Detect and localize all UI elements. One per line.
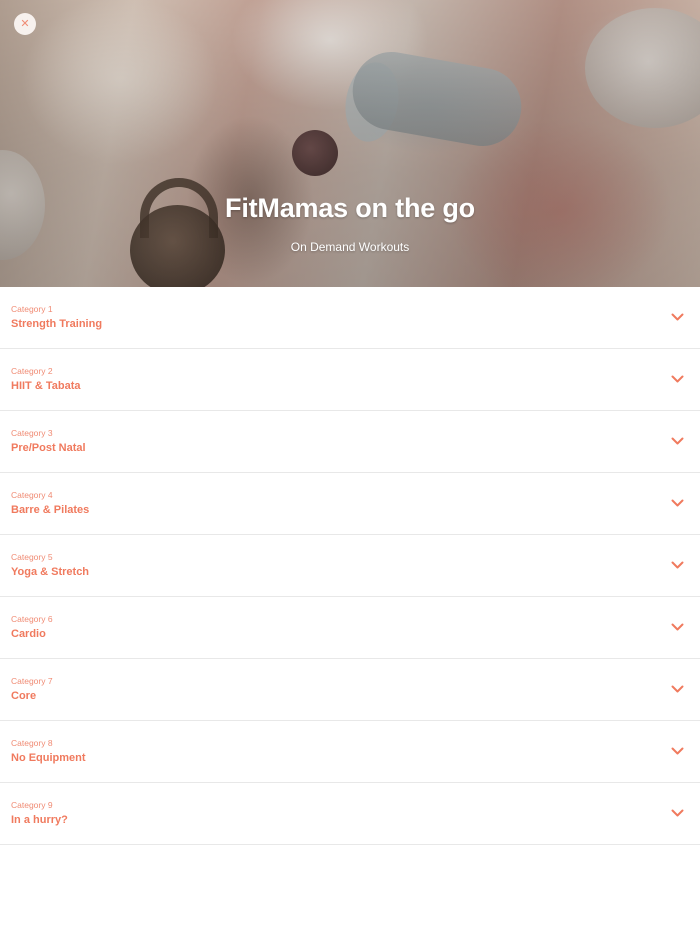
page-title: FitMamas on the go <box>225 193 475 223</box>
category-name: Yoga & Stretch <box>11 566 90 578</box>
category-row[interactable]: Category 6 Cardio <box>0 597 700 659</box>
hero-photo-mat <box>339 58 405 146</box>
category-name: In a hurry? <box>11 814 68 826</box>
chevron-down-icon[interactable] <box>671 375 684 384</box>
category-name: HIIT & Tabata <box>11 380 81 392</box>
close-button[interactable]: ✕ <box>14 13 36 35</box>
category-kicker: Category 3 <box>11 428 53 438</box>
category-kicker: Category 6 <box>11 614 53 624</box>
chevron-down-icon[interactable] <box>671 499 684 508</box>
category-kicker: Category 4 <box>11 490 53 500</box>
chevron-down-icon[interactable] <box>671 561 684 570</box>
category-name: Barre & Pilates <box>11 504 90 516</box>
category-kicker: Category 2 <box>11 366 53 376</box>
category-row[interactable]: Category 8 No Equipment <box>0 721 700 783</box>
page-subtitle: On Demand Workouts <box>290 240 410 254</box>
chevron-down-icon[interactable] <box>671 313 684 322</box>
category-kicker: Category 7 <box>11 676 53 686</box>
category-kicker: Category 5 <box>11 552 53 562</box>
chevron-down-icon[interactable] <box>671 747 684 756</box>
chevron-down-icon[interactable] <box>671 685 684 694</box>
chevron-down-icon[interactable] <box>671 437 684 446</box>
category-name: Strength Training <box>11 318 103 330</box>
category-list: Category 1 Strength Training Category 2 … <box>0 287 700 845</box>
category-row[interactable]: Category 4 Barre & Pilates <box>0 473 700 535</box>
category-kicker: Category 9 <box>11 800 53 810</box>
chevron-down-icon[interactable] <box>671 809 684 818</box>
category-row[interactable]: Category 2 HIIT & Tabata <box>0 349 700 411</box>
hero-photo-mat <box>346 45 528 153</box>
category-row[interactable]: Category 7 Core <box>0 659 700 721</box>
chevron-down-icon[interactable] <box>671 623 684 632</box>
category-name: Cardio <box>11 628 46 640</box>
category-row[interactable]: Category 3 Pre/Post Natal <box>0 411 700 473</box>
category-row[interactable]: Category 5 Yoga & Stretch <box>0 535 700 597</box>
close-icon: ✕ <box>20 17 30 30</box>
category-kicker: Category 1 <box>11 304 53 314</box>
hero-photo-dumbbell <box>292 130 338 176</box>
category-row[interactable]: Category 1 Strength Training <box>0 287 700 349</box>
category-name: Pre/Post Natal <box>11 442 86 454</box>
category-name: Core <box>11 690 37 702</box>
hero-photo-ball <box>585 8 700 128</box>
category-kicker: Category 8 <box>11 738 53 748</box>
category-name: No Equipment <box>11 752 86 764</box>
category-row[interactable]: Category 9 In a hurry? <box>0 783 700 845</box>
